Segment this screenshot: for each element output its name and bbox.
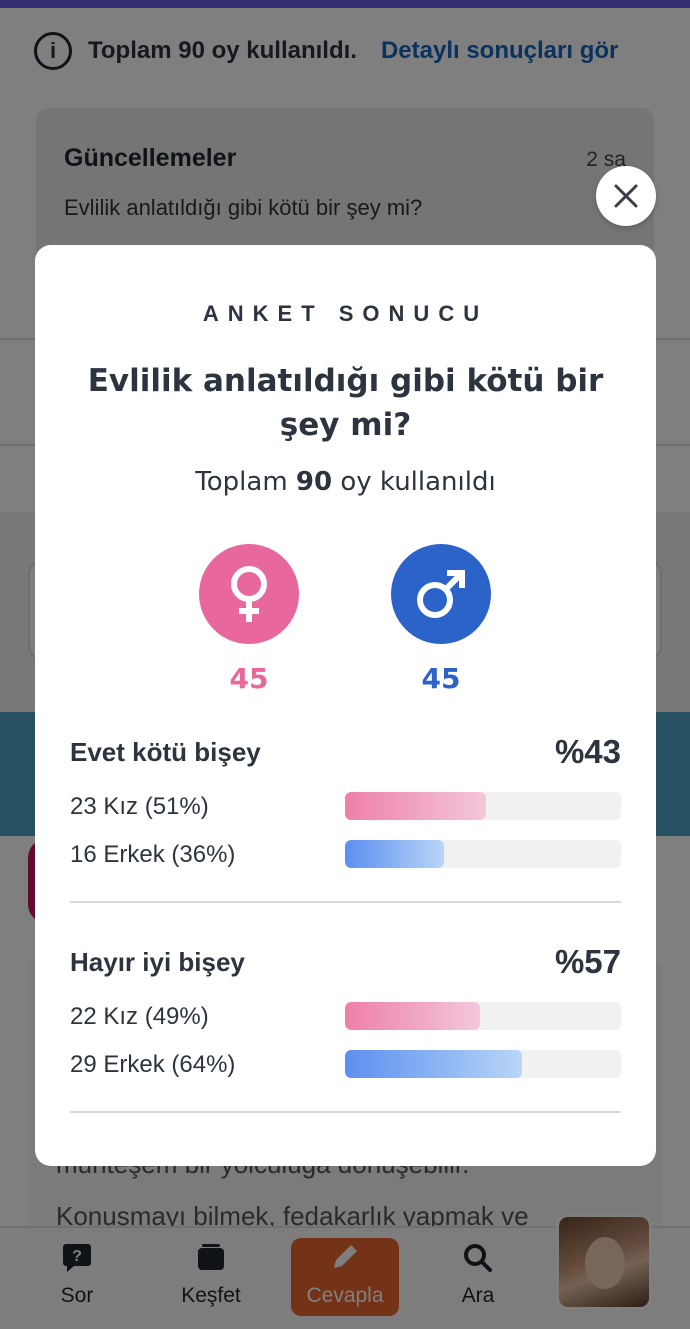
female-bar-fill	[345, 1002, 481, 1030]
female-bar-track	[345, 1002, 621, 1030]
option-divider	[70, 1111, 621, 1113]
male-bar-fill	[345, 840, 445, 868]
male-breakdown-label: 29 Erkek (64%)	[70, 1051, 236, 1078]
male-bar-track	[345, 840, 621, 868]
total-count: 90	[295, 467, 333, 497]
male-breakdown-row: 29 Erkek (64%)	[70, 1045, 621, 1089]
female-icon	[199, 544, 299, 644]
option-percent: %57	[554, 943, 621, 980]
option-percent: %43	[554, 733, 621, 770]
option-label: Hayır iyi bişey	[70, 947, 245, 977]
female-bar-fill	[345, 792, 486, 820]
close-button[interactable]	[596, 166, 656, 226]
total-votes: Toplam 90 oy kullanıldı	[35, 467, 656, 497]
poll-option: Evet kötü bişey %43 23 Kız (51%) 16 Erke…	[70, 733, 621, 903]
female-breakdown-label: 22 Kız (49%)	[70, 1003, 209, 1030]
male-bar-track	[345, 1050, 621, 1078]
female-summary: 45	[199, 544, 299, 695]
close-icon	[614, 184, 638, 208]
total-suffix: oy kullanıldı	[340, 467, 496, 497]
option-label: Evet kötü bişey	[70, 737, 261, 767]
male-summary: 45	[391, 544, 491, 695]
modal-eyebrow: ANKET SONUCU	[202, 301, 489, 326]
option-divider	[70, 901, 621, 903]
male-breakdown-row: 16 Erkek (36%)	[70, 835, 621, 879]
male-count: 45	[421, 662, 461, 695]
poll-result-modal: ANKET SONUCU Evlilik anlatıldığı gibi kö…	[35, 245, 656, 1166]
male-breakdown-label: 16 Erkek (36%)	[70, 841, 236, 868]
male-icon	[391, 544, 491, 644]
male-bar-fill	[345, 1050, 522, 1078]
total-prefix: Toplam	[195, 467, 288, 497]
poll-question: Evlilik anlatıldığı gibi kötü bir şey mi…	[87, 363, 604, 443]
female-breakdown-row: 23 Kız (51%)	[70, 787, 621, 831]
female-breakdown-row: 22 Kız (49%)	[70, 997, 621, 1041]
female-count: 45	[229, 662, 269, 695]
female-breakdown-label: 23 Kız (51%)	[70, 793, 209, 820]
female-bar-track	[345, 792, 621, 820]
poll-option: Hayır iyi bişey %57 22 Kız (49%) 29 Erke…	[70, 943, 621, 1113]
